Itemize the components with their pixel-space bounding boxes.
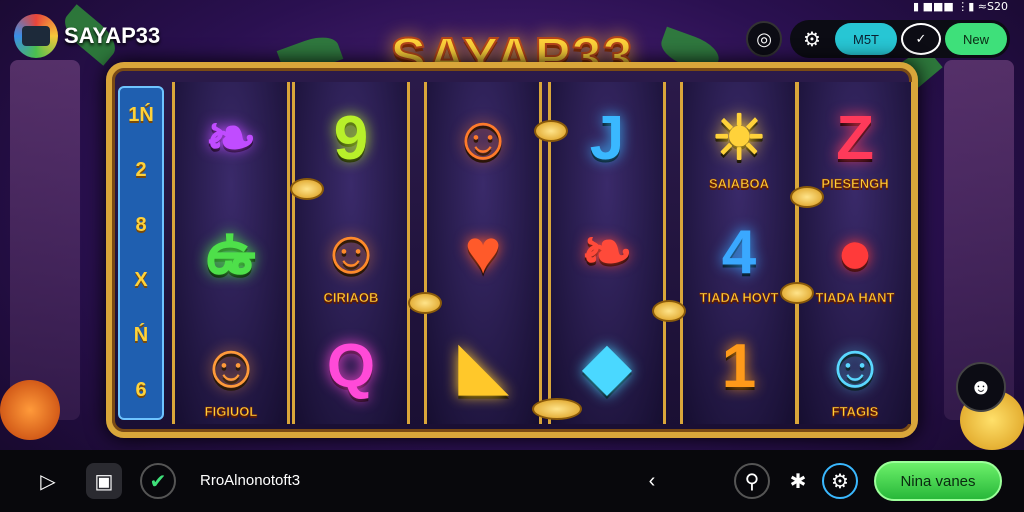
symbol-caption: TIADA HOVT — [699, 290, 779, 306]
user-icon[interactable]: ☻ — [956, 362, 1006, 412]
payline-number: 1Ń — [128, 104, 154, 126]
status-text: ▮ ■■■ ⋮▮ ≈S20 — [913, 0, 1008, 13]
reel-symbol: J — [559, 91, 655, 187]
symbol-glyph: ♥ — [464, 218, 502, 287]
reel-symbol: Z PIESENGH — [807, 91, 903, 192]
reel-symbol: ☀ SAIABOA — [691, 91, 787, 192]
reel-column: Z PIESENGH ● TIADA HANT ☺ FTAGIS — [796, 82, 914, 424]
reel-symbol: Q — [303, 319, 399, 415]
reel-symbol: ♥ — [435, 205, 531, 301]
search-icon[interactable]: ⚲ — [734, 463, 770, 499]
gold-coin — [652, 300, 686, 322]
check-icon[interactable]: ✔ — [140, 463, 176, 499]
symbol-glyph: ☺ — [319, 218, 383, 287]
symbol-glyph: ● — [836, 218, 874, 287]
gold-coin — [290, 178, 324, 200]
reel-symbol: 1 — [691, 319, 787, 415]
symbol-glyph: ❧ — [205, 104, 257, 173]
symbol-glyph: Q — [326, 332, 376, 401]
symbol-caption: TIADA HANT — [815, 290, 895, 306]
reel-symbol: ❧ — [559, 205, 655, 301]
payline-number: 8 — [135, 214, 147, 236]
status-bar: ▮ ■■■ ⋮▮ ≈S20 — [913, 0, 1008, 13]
symbol-glyph: ◆ — [583, 332, 631, 401]
background-pillar-left — [10, 60, 80, 420]
symbol-caption: PIESENGH — [821, 176, 889, 192]
reel-symbol: ఉ — [183, 205, 279, 301]
symbol-glyph: ◣ — [459, 332, 507, 401]
reel-column: ❧ ఉ ☺ FIGIUOL — [172, 82, 290, 424]
symbol-caption: SAIABOA — [709, 176, 770, 192]
win-button[interactable]: Nina vanes — [874, 461, 1002, 501]
bottom-bar: ▷ ▣ ✔ RroAlnonotoft3 ‹ ⚲ ✱ ⚙ Nina vanes — [0, 450, 1024, 512]
background-orange — [0, 380, 60, 440]
symbol-glyph: ☺ — [199, 332, 263, 401]
symbol-glyph: ❧ — [581, 218, 633, 287]
reel-column: ☺ ♥ ◣ — [424, 82, 542, 424]
reel-symbol: ● TIADA HANT — [807, 205, 903, 306]
reel-symbol: ☺ FTAGIS — [807, 319, 903, 420]
reel-symbol: 4 TIADA HOVT — [691, 205, 787, 306]
share-icon[interactable]: ✱ — [780, 463, 816, 499]
bottom-label: RroAlnonotoft3 — [200, 472, 301, 489]
reel-column: ☀ SAIABOA 4 TIADA HOVT 1 — [680, 82, 798, 424]
gold-coin — [532, 398, 582, 420]
symbol-glyph: ☀ — [711, 104, 767, 173]
symbol-glyph: 9 — [333, 104, 369, 173]
reel-symbol: 9 — [303, 91, 399, 187]
reel-symbol: ❧ — [183, 91, 279, 187]
back-icon[interactable]: ‹ — [634, 463, 670, 499]
symbol-glyph: Z — [836, 104, 874, 173]
gold-coin — [780, 282, 814, 304]
gold-coin — [790, 186, 824, 208]
symbol-glyph: ఉ — [206, 218, 256, 287]
symbol-caption: FTAGIS — [831, 404, 879, 420]
play-icon[interactable]: ▷ — [30, 463, 66, 499]
payline-number: Ń — [133, 324, 149, 346]
symbol-caption: CIRIAOB — [323, 290, 379, 306]
payline-number: 6 — [135, 379, 147, 401]
reel-symbol: ☺ CIRIAOB — [303, 205, 399, 306]
camera-icon[interactable]: ▣ — [86, 463, 122, 499]
symbol-glyph: ☺ — [823, 332, 887, 401]
symbol-glyph: J — [589, 104, 625, 173]
reel-column: 9 ☺ CIRIAOB Q — [292, 82, 410, 424]
payline-number: X — [134, 269, 148, 291]
symbol-glyph: ☺ — [451, 104, 515, 173]
reel-symbol: ◣ — [435, 319, 531, 415]
payline-number: 2 — [135, 159, 147, 181]
symbol-glyph: 1 — [721, 332, 757, 401]
gold-coin — [408, 292, 442, 314]
payline-indicator: 1Ń 2 8 X Ń 6 — [118, 86, 164, 420]
settings-gear-icon[interactable]: ⚙ — [822, 463, 858, 499]
gold-coin — [534, 120, 568, 142]
symbol-glyph: 4 — [721, 218, 757, 287]
symbol-caption: FIGIUOL — [204, 404, 258, 420]
reel-symbol: ☺ — [435, 91, 531, 187]
reel-symbol: ☺ FIGIUOL — [183, 319, 279, 420]
